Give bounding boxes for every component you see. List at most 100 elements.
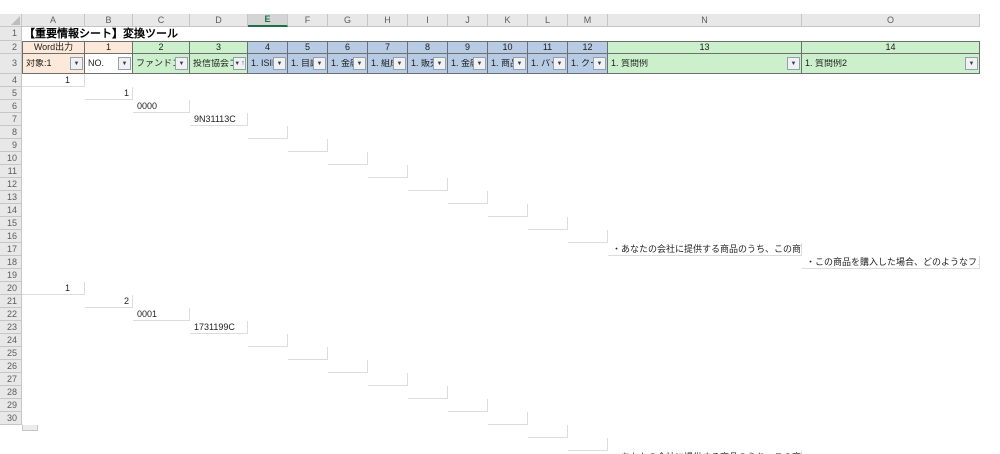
row-header-18[interactable]: 18 xyxy=(0,256,22,269)
column-header-a[interactable]: A xyxy=(22,14,85,27)
row-header-13[interactable]: 13 xyxy=(0,191,22,204)
cell-assoc-code-D4[interactable]: 9N31113C xyxy=(190,113,248,126)
cell-no-B4[interactable]: 1 xyxy=(85,87,133,100)
band-header-l2[interactable]: 11 xyxy=(528,41,568,54)
row-header-7[interactable]: 7 xyxy=(0,113,22,126)
filter-header-b3[interactable]: NO. ▼ xyxy=(85,54,133,74)
cell-fund-code-C4[interactable]: 0000 xyxy=(133,100,190,113)
row-header-6[interactable]: 6 xyxy=(0,100,22,113)
column-header-e[interactable]: E xyxy=(248,14,288,27)
cell-question1-N4[interactable]: ・あなたの会社に提供する商品のうち、この商品が私の知 xyxy=(608,243,802,256)
cell-empty-M4[interactable] xyxy=(568,230,608,243)
row-header-5[interactable]: 5 xyxy=(0,87,22,100)
band-header-c2[interactable]: 2 xyxy=(133,41,190,54)
band-header-b2[interactable]: 1 xyxy=(85,41,133,54)
band-header-n2[interactable]: 13 xyxy=(608,41,802,54)
cell-empty-L4[interactable] xyxy=(528,217,568,230)
filter-header-e3[interactable]: 1. ISIN▼ xyxy=(248,54,288,74)
band-header-d2[interactable]: 3 xyxy=(190,41,248,54)
filter-sort-icon[interactable]: ▼ ↑ xyxy=(233,57,246,70)
row-header-15[interactable]: 15 xyxy=(0,217,22,230)
filter-header-h3[interactable]: 1. 組成▼ xyxy=(368,54,408,74)
row-header-3[interactable]: 3 xyxy=(0,54,22,74)
filter-header-l3[interactable]: 1. パッ▼ xyxy=(528,54,568,74)
cell-fund-code-C5[interactable]: 0001 xyxy=(133,308,190,321)
band-header-m2[interactable]: 12 xyxy=(568,41,608,54)
band-header-k2[interactable]: 10 xyxy=(488,41,528,54)
row-header-23[interactable]: 23 xyxy=(0,321,22,334)
filter-header-a3[interactable]: 対象:1 ▼ xyxy=(22,54,85,74)
filter-header-f3[interactable]: 1. 目論▼ xyxy=(288,54,328,74)
cell-empty-I4[interactable] xyxy=(408,178,448,191)
sheet-title[interactable]: 【重要情報シート】変換ツール xyxy=(24,28,444,41)
filter-dropdown-icon[interactable]: ▼ xyxy=(965,57,978,70)
band-header-a2[interactable]: Word出力 xyxy=(22,41,85,54)
cell-empty-F4[interactable] xyxy=(288,139,328,152)
cell-empty-H4[interactable] xyxy=(368,165,408,178)
column-header-g[interactable]: G xyxy=(328,14,368,27)
filter-dropdown-icon[interactable]: ▼ xyxy=(353,57,366,70)
cell-question2-O4[interactable]: ・この商品を購入した場合、どのようなフォローアップを xyxy=(802,256,980,269)
cell-empty-F5[interactable] xyxy=(288,347,328,360)
filter-header-i3[interactable]: 1. 販売▼ xyxy=(408,54,448,74)
row-header-4[interactable]: 4 xyxy=(0,74,22,87)
row-header-24[interactable]: 24 xyxy=(0,334,22,347)
cell-target-A4[interactable]: 1 xyxy=(22,74,85,87)
filter-dropdown-icon[interactable]: ▼ xyxy=(473,57,486,70)
band-header-g2[interactable]: 6 xyxy=(328,41,368,54)
cell-no-B5[interactable]: 2 xyxy=(85,295,133,308)
column-header-j[interactable]: J xyxy=(448,14,488,27)
row-header-28[interactable]: 28 xyxy=(0,386,22,399)
band-header-j2[interactable]: 9 xyxy=(448,41,488,54)
row-header-8[interactable]: 8 xyxy=(0,126,22,139)
filter-dropdown-icon[interactable]: ▼ xyxy=(118,57,131,70)
filter-dropdown-icon[interactable]: ▼ xyxy=(553,57,566,70)
filter-header-d3[interactable]: 投信協会コード▼↑ xyxy=(190,54,248,74)
band-header-i2[interactable]: 8 xyxy=(408,41,448,54)
column-header-b[interactable]: B xyxy=(85,14,133,27)
column-header-n[interactable]: N xyxy=(608,14,802,27)
column-header-i[interactable]: I xyxy=(408,14,448,27)
row-header-10[interactable]: 10 xyxy=(0,152,22,165)
filter-dropdown-icon[interactable]: ▼ xyxy=(593,57,606,70)
row-header-26[interactable]: 26 xyxy=(0,360,22,373)
column-header-l[interactable]: L xyxy=(528,14,568,27)
row-header-17[interactable]: 17 xyxy=(0,243,22,256)
row-header-12[interactable]: 12 xyxy=(0,178,22,191)
row-header-22[interactable]: 22 xyxy=(0,308,22,321)
column-header-m[interactable]: M xyxy=(568,14,608,27)
band-header-h2[interactable]: 7 xyxy=(368,41,408,54)
select-all-corner[interactable] xyxy=(0,14,22,27)
column-header-k[interactable]: K xyxy=(488,14,528,27)
row-header-25[interactable]: 25 xyxy=(0,347,22,360)
row-header-20[interactable]: 20 xyxy=(0,282,22,295)
column-header-c[interactable]: C xyxy=(133,14,190,27)
filter-header-m3[interactable]: 1. クー▼ xyxy=(568,54,608,74)
filter-header-j3[interactable]: 1. 金融▼ xyxy=(448,54,488,74)
cell-empty-K4[interactable] xyxy=(488,204,528,217)
cell-empty-L5[interactable] xyxy=(528,425,568,438)
column-header-d[interactable]: D xyxy=(190,14,248,27)
row-header-30[interactable]: 30 xyxy=(0,412,22,425)
filter-header-k3[interactable]: 1. 商品▼ xyxy=(488,54,528,74)
filter-header-o3[interactable]: 1. 質問例2 ▼ xyxy=(802,54,980,74)
filter-dropdown-icon[interactable]: ▼ xyxy=(513,57,526,70)
band-header-e2[interactable]: 4 xyxy=(248,41,288,54)
row-header-14[interactable]: 14 xyxy=(0,204,22,217)
cell-empty-G4[interactable] xyxy=(328,152,368,165)
row-header-11[interactable]: 11 xyxy=(0,165,22,178)
filter-dropdown-icon[interactable]: ▼ xyxy=(313,57,326,70)
filter-dropdown-icon[interactable]: ▼ xyxy=(433,57,446,70)
cell-empty-G5[interactable] xyxy=(328,360,368,373)
filter-header-g3[interactable]: 1. 金融▼ xyxy=(328,54,368,74)
cell-empty-K5[interactable] xyxy=(488,412,528,425)
cell-empty-J4[interactable] xyxy=(448,191,488,204)
column-header-f[interactable]: F xyxy=(288,14,328,27)
cell-empty-H5[interactable] xyxy=(368,373,408,386)
cell-empty-E5[interactable] xyxy=(248,334,288,347)
cell-empty-E4[interactable] xyxy=(248,126,288,139)
row-header-9[interactable]: 9 xyxy=(0,139,22,152)
band-header-f2[interactable]: 5 xyxy=(288,41,328,54)
filter-dropdown-icon[interactable]: ▼ xyxy=(70,57,83,70)
row-header-29[interactable]: 29 xyxy=(0,399,22,412)
